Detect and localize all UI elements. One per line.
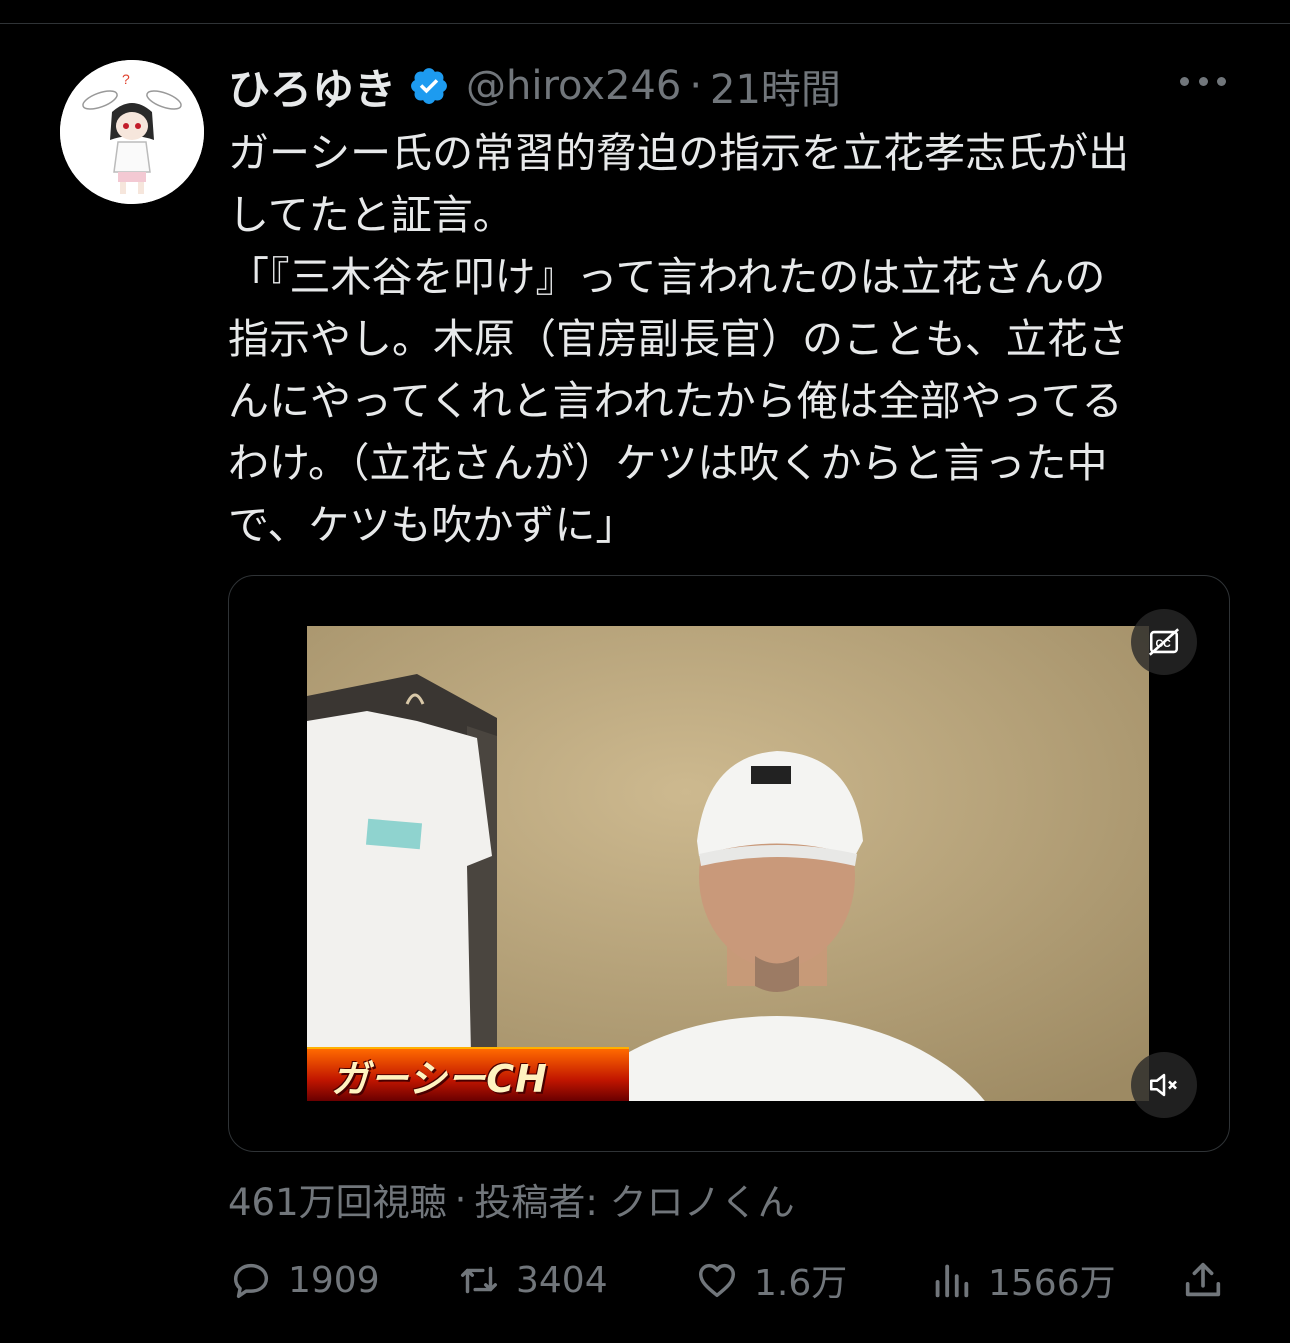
tweet-text-line: わけ。（立花さんが）ケツは吹くからと言った中 [228,439,1108,487]
user-handle[interactable]: @hirox246 [466,63,681,109]
tweet-text: ガーシー氏の常習的脅迫の指示を立花孝志氏が出 してたと証言。 「『三木谷を叩け』… [228,122,1228,556]
action-bar: 1909 3404 1.6万 1566万 [228,1250,1228,1310]
tweet-text-line: で、ケツも吹かずに」 [228,501,637,549]
video-still-image [307,626,1149,1101]
more-dot [1198,76,1208,86]
retweet-icon [460,1266,498,1294]
analytics-bar-icon [935,1264,969,1298]
cc-off-icon[interactable]: CC [1131,609,1197,675]
avatar[interactable]: ? [60,60,204,204]
more-options-icon[interactable] [1180,66,1226,96]
view-count: 1566万 [988,1263,1116,1304]
tweet-text-line: 「『三木谷を叩け』って言われたのは立花さんの [228,253,1106,301]
video-frame[interactable]: ガーシーCH [307,626,1149,1101]
tweet-text-line: ガーシー氏の常習的脅迫の指示を立花孝志氏が出 [228,129,1130,177]
video-meta: 461万回視聴 · 投稿者: クロノくん [228,1172,795,1226]
share-button[interactable] [1180,1250,1240,1310]
top-divider [0,23,1290,24]
analytics-button[interactable]: 1566万 [928,1250,1116,1310]
share-icon [1185,1262,1221,1297]
like-button[interactable]: 1.6万 [694,1250,847,1310]
more-dot [1180,76,1189,86]
tweet-text-line: んにやってくれと言われたから俺は全部やってる [228,377,1123,425]
reply-icon [233,1263,269,1299]
meta-separator: · [454,1177,467,1221]
tweet-text-line: してたと証言。 [228,191,514,239]
tweet-timestamp[interactable]: 21時間 [710,57,841,115]
reply-count: 1909 [288,1259,380,1301]
channel-label: ガーシーCH [331,1056,548,1101]
retweet-button[interactable]: 3404 [456,1250,608,1310]
muted-speaker-icon[interactable] [1131,1052,1197,1118]
poster-label[interactable]: 投稿者: クロノくん [474,1172,794,1226]
more-dot [1217,76,1226,86]
retweet-count: 3404 [516,1259,608,1301]
verified-badge-icon[interactable] [408,65,450,107]
like-count: 1.6万 [754,1263,848,1304]
view-count-label: 461万回視聴 [228,1181,447,1224]
avatar-illustration-icon: ? [60,60,204,204]
header-separator: · [689,63,703,109]
tweet-text-line: 指示やし。木原（官房副長官）のことも、立花さ [228,315,1129,363]
tweet-header: ひろゆき @hirox246 · 21時間 [228,56,841,116]
heart-icon [698,1263,736,1298]
channel-banner: ガーシーCH [307,1047,629,1101]
reply-button[interactable]: 1909 [228,1250,380,1310]
video-player[interactable]: ガーシーCH CC [228,575,1230,1152]
display-name[interactable]: ひろゆき [228,56,396,117]
svg-text:?: ? [122,71,130,87]
